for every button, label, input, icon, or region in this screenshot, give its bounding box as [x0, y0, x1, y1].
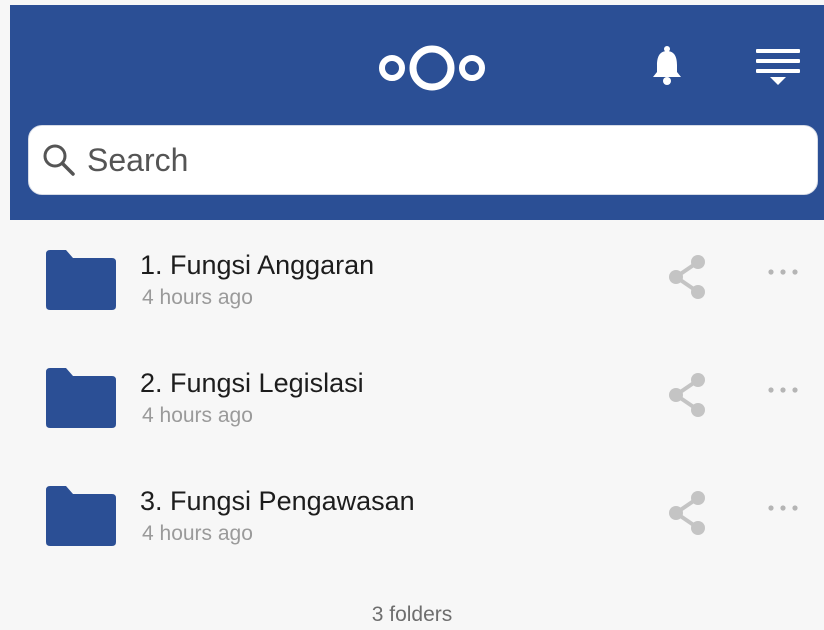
share-icon[interactable]	[664, 488, 710, 538]
bell-icon[interactable]	[650, 45, 684, 87]
search-bar[interactable]	[28, 125, 818, 195]
file-name[interactable]: 2. Fungsi Legislasi	[140, 368, 364, 399]
file-list: 1. Fungsi Anggaran 4 hours ago 2. Fungsi…	[0, 220, 824, 574]
folder-icon	[46, 368, 116, 428]
folder-icon	[46, 486, 116, 546]
share-icon[interactable]	[664, 252, 710, 302]
list-item[interactable]: 3. Fungsi Pengawasan 4 hours ago	[0, 456, 824, 574]
file-modified-time: 4 hours ago	[142, 404, 253, 427]
file-modified-time: 4 hours ago	[142, 286, 253, 309]
folder-count-summary: 3 folders	[371, 603, 453, 626]
share-icon[interactable]	[664, 370, 710, 420]
file-name[interactable]: 1. Fungsi Anggaran	[140, 250, 374, 281]
nextcloud-logo-icon[interactable]	[372, 37, 492, 99]
files-app: 1. Fungsi Anggaran 4 hours ago 2. Fungsi…	[0, 0, 824, 630]
search-input[interactable]	[87, 130, 787, 190]
more-options-icon[interactable]	[762, 376, 804, 404]
folder-icon	[46, 250, 116, 310]
list-item[interactable]: 1. Fungsi Anggaran 4 hours ago	[0, 220, 824, 338]
more-options-icon[interactable]	[762, 494, 804, 522]
file-name[interactable]: 3. Fungsi Pengawasan	[140, 486, 415, 517]
search-icon	[43, 144, 75, 176]
list-item[interactable]: 2. Fungsi Legislasi 4 hours ago	[0, 338, 824, 456]
menu-icon[interactable]	[754, 47, 802, 87]
more-options-icon[interactable]	[762, 258, 804, 286]
file-modified-time: 4 hours ago	[142, 522, 253, 545]
